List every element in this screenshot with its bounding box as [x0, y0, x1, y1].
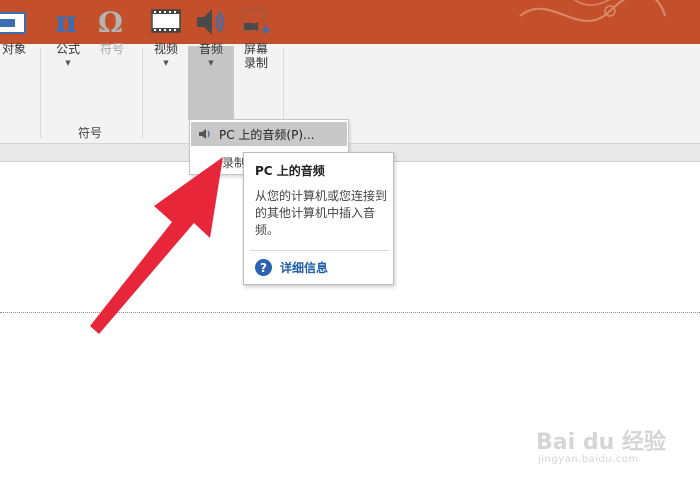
menu-item-audio-on-pc[interactable]: PC 上的音频(P)...: [191, 122, 347, 146]
speaker-icon: [191, 128, 219, 140]
ribbon: [0, 44, 700, 144]
help-link-label: 详细信息: [280, 261, 329, 275]
svg-text:Ω: Ω: [98, 7, 123, 37]
object-icon: [0, 4, 32, 40]
tooltip-divider: [250, 250, 389, 251]
object-button[interactable]: 对象: [0, 4, 32, 56]
menu-item-label: PC 上的音频(P)...: [219, 127, 315, 142]
equation-button[interactable]: π 公式 ▼: [50, 4, 86, 67]
audio-button[interactable]: 音频 ▼: [193, 4, 229, 67]
film-icon: [148, 4, 184, 40]
symbol-button[interactable]: Ω 符号: [94, 4, 130, 56]
watermark-sub: jingyan.baidu.com: [538, 454, 639, 465]
tooltip: PC 上的音频 从您的计算机或您连接到的其他计算机中插入音频。 ? 详细信息: [243, 152, 394, 285]
screen-recording-icon: [238, 4, 274, 40]
screen-recording-label-2: 录制: [243, 56, 268, 70]
watermark-main: Bai du 经验: [536, 430, 666, 455]
video-button[interactable]: 视频 ▼: [148, 4, 184, 67]
chevron-down-icon: ▼: [65, 59, 71, 67]
screen-recording-button[interactable]: 屏幕 录制: [238, 4, 274, 70]
baidu-watermark: Bai du 经验 jingyan.baidu.com: [536, 420, 696, 480]
chevron-down-icon: ▼: [208, 59, 214, 67]
group-separator: [40, 48, 41, 138]
video-label: 视频: [153, 42, 178, 56]
symbols-group-label: 符号: [78, 126, 103, 140]
symbol-label: 符号: [99, 42, 124, 56]
audio-label: 音频: [198, 42, 223, 56]
decorative-swirl-icon: [519, 0, 666, 22]
chevron-down-icon: ▼: [163, 59, 169, 67]
tooltip-help-link[interactable]: ? 详细信息: [255, 259, 328, 276]
slide-placeholder-border: [0, 312, 700, 313]
svg-text:π: π: [55, 7, 77, 37]
help-icon: ?: [255, 259, 272, 276]
omega-icon: Ω: [94, 4, 130, 40]
speaker-icon: [193, 4, 229, 40]
screen-recording-label-1: 屏幕: [243, 42, 268, 56]
tooltip-description: 从您的计算机或您连接到的其他计算机中插入音频。: [255, 189, 388, 237]
equation-label: 公式: [55, 42, 80, 56]
group-separator: [142, 48, 143, 138]
pi-icon: π: [50, 4, 86, 40]
object-label: 对象: [1, 42, 26, 56]
tooltip-title: PC 上的音频: [255, 164, 325, 178]
